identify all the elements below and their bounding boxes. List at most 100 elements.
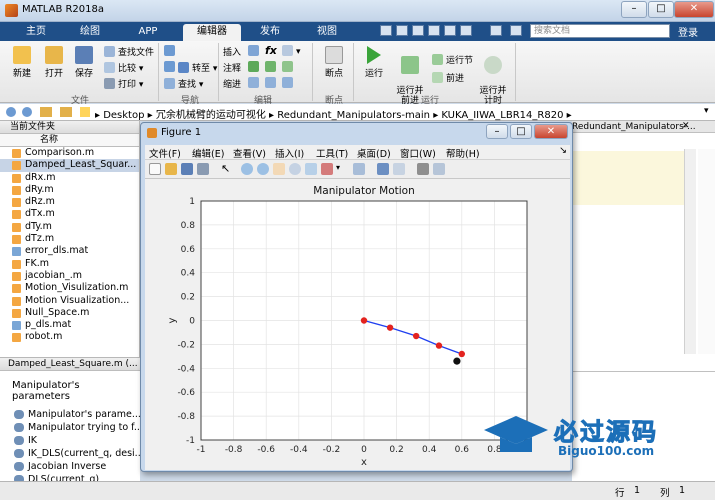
tab-publish[interactable]: 发布 <box>250 24 290 41</box>
comment-button[interactable]: 注释 <box>223 61 241 74</box>
tab-editor[interactable]: 编辑器 <box>183 24 241 41</box>
open-file-icon[interactable] <box>165 163 177 175</box>
insert-button[interactable]: 插入 <box>223 45 241 58</box>
figure-minimize-button[interactable]: – <box>486 124 508 139</box>
file-list-item[interactable]: dRx.m <box>0 172 139 184</box>
file-list-item[interactable]: FK.m <box>0 258 139 270</box>
pointer-icon[interactable]: ↖ <box>221 163 233 175</box>
file-list-item[interactable]: Comparison.m <box>0 147 139 159</box>
run-section-button[interactable]: 运行节 <box>432 53 473 66</box>
breakpoints-button[interactable]: 断点 <box>318 46 350 79</box>
menubar-undock-icon[interactable]: ↘ <box>559 145 567 156</box>
file-list-item[interactable]: Null_Space.m <box>0 307 139 319</box>
insert-section-button[interactable] <box>248 45 262 57</box>
zoom-out-icon[interactable] <box>257 163 269 175</box>
fx-icon[interactable]: fx <box>265 44 277 57</box>
menu-file[interactable]: 文件(F) <box>149 146 181 160</box>
smart-indent-button[interactable] <box>248 77 262 89</box>
function-list-item[interactable]: Manipulator's parame... <box>0 408 141 421</box>
new-button[interactable]: 新建 <box>5 46 39 79</box>
colorbar-icon[interactable] <box>377 163 389 175</box>
function-list-item[interactable]: Jacobian Inverse <box>0 460 140 473</box>
tab-view[interactable]: 视图 <box>307 24 347 41</box>
file-list-item[interactable]: error_dls.mat <box>0 245 139 257</box>
file-list-item[interactable]: p_dls.mat <box>0 319 139 331</box>
editor-scrollbar[interactable] <box>684 149 696 354</box>
goto-button[interactable]: 转至 ▾ <box>178 61 217 74</box>
file-list-item[interactable]: robot.m <box>0 331 139 343</box>
menu-help[interactable]: 帮助(H) <box>446 146 480 160</box>
file-list-item[interactable]: dRy.m <box>0 184 139 196</box>
name-column-header[interactable]: 名称 <box>0 134 139 147</box>
back-button[interactable] <box>164 45 178 57</box>
close-tab-icon[interactable]: ✕ <box>682 121 690 131</box>
maximize-button[interactable]: □ <box>648 1 674 18</box>
menu-edit[interactable]: 编辑(E) <box>192 146 224 160</box>
search-input[interactable]: 搜索文档 <box>530 24 670 38</box>
cut-icon[interactable] <box>396 25 408 36</box>
minimize-button[interactable]: – <box>621 1 647 18</box>
print-figure-icon[interactable] <box>197 163 209 175</box>
up-folder-icon[interactable] <box>40 107 52 117</box>
rotate-icon[interactable] <box>289 163 301 175</box>
forward-icon[interactable] <box>22 107 32 117</box>
menu-desktop[interactable]: 桌面(D) <box>357 146 391 160</box>
brush-icon[interactable] <box>321 163 333 175</box>
menu-view[interactable]: 查看(V) <box>233 146 266 160</box>
run-and-time-button[interactable]: 运行并 计时 <box>476 46 510 106</box>
file-list-item[interactable]: Motion_Visulization.m <box>0 282 139 294</box>
menu-window[interactable]: 窗口(W) <box>400 146 436 160</box>
login-button[interactable]: 登录 <box>678 24 698 39</box>
run-button[interactable]: 运行 <box>358 46 390 79</box>
file-list-item[interactable]: dTx.m <box>0 208 139 220</box>
data-cursor-icon[interactable] <box>305 163 317 175</box>
tab-apps[interactable]: APP <box>128 24 168 41</box>
new-figure-icon[interactable] <box>149 163 161 175</box>
tab-home[interactable]: 主页 <box>16 24 56 41</box>
menu-tools[interactable]: 工具(T) <box>316 146 348 160</box>
help-icon[interactable] <box>490 25 502 36</box>
pan-icon[interactable] <box>273 163 285 175</box>
redo-icon[interactable] <box>460 25 472 36</box>
file-list-item[interactable]: Motion Visualization... <box>0 295 139 307</box>
zoom-in-icon[interactable] <box>241 163 253 175</box>
undo-icon[interactable] <box>444 25 456 36</box>
tab-plots[interactable]: 绘图 <box>70 24 110 41</box>
paste-icon[interactable] <box>428 25 440 36</box>
editor-tab-label[interactable]: Redundant_Manipulators-... <box>572 122 696 132</box>
comment-percent-button[interactable] <box>248 61 262 73</box>
uncomment-button[interactable] <box>265 61 279 73</box>
address-dropdown-icon[interactable]: ▾ <box>704 106 709 116</box>
figure-maximize-button[interactable]: □ <box>510 124 532 139</box>
function-list-item[interactable]: IK_DLS(current_q, desi... <box>0 447 144 460</box>
menu-insert[interactable]: 插入(I) <box>275 146 304 160</box>
legend-icon[interactable] <box>393 163 405 175</box>
print-button[interactable]: 打印 ▾ <box>104 77 143 90</box>
save-icon[interactable] <box>380 25 392 36</box>
browse-folder-icon[interactable] <box>60 107 72 117</box>
save-button[interactable]: 保存 <box>67 46 101 79</box>
save-figure-icon[interactable] <box>181 163 193 175</box>
file-list-item[interactable]: Damped_Least_Squar... <box>0 159 139 172</box>
find-files-button[interactable]: 查找文件 <box>104 45 154 58</box>
forward-button[interactable] <box>164 61 178 73</box>
close-button[interactable]: ✕ <box>674 1 714 18</box>
file-list-item[interactable]: dRz.m <box>0 196 139 208</box>
function-list-item[interactable]: IK <box>0 434 140 447</box>
file-list-item[interactable]: dTz.m <box>0 233 139 245</box>
advance-button[interactable]: 前进 <box>432 71 464 84</box>
hide-plot-tools-icon[interactable] <box>417 163 429 175</box>
file-list-item[interactable]: dTy.m <box>0 221 139 233</box>
file-list-item[interactable]: jacobian_.m <box>0 270 139 282</box>
show-plot-tools-icon[interactable] <box>433 163 445 175</box>
increase-indent-button[interactable] <box>265 77 279 89</box>
breadcrumb[interactable]: ▸ Desktop ▸ 冗余机械臂的运动可视化 ▸ Redundant_Mani… <box>95 106 572 121</box>
indent-button[interactable]: 缩进 <box>223 77 241 90</box>
copy-icon[interactable] <box>412 25 424 36</box>
compare-button[interactable]: 比较 ▾ <box>104 61 143 74</box>
figure-close-button[interactable]: ✕ <box>534 124 568 139</box>
find-button[interactable]: 查找 ▾ <box>164 77 203 90</box>
open-button[interactable]: 打开 <box>37 46 71 79</box>
back-icon[interactable] <box>6 107 16 117</box>
brush-dropdown-icon[interactable]: ▾ <box>336 163 340 172</box>
